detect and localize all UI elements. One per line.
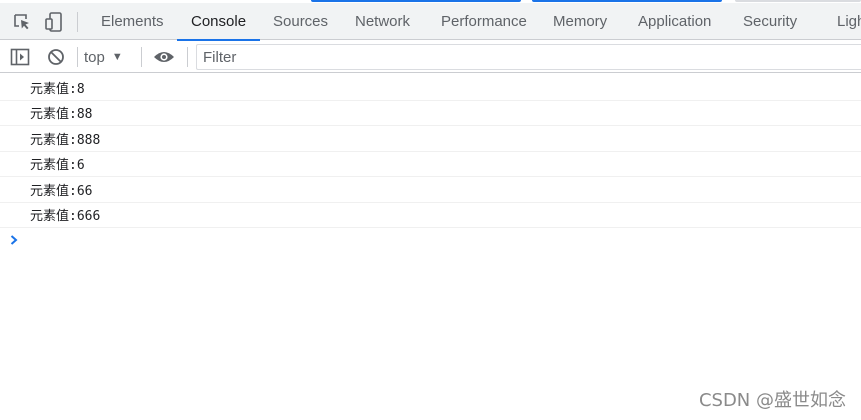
tab-security[interactable]: Security — [729, 3, 811, 40]
tab-lighthouse[interactable]: Ligh — [823, 3, 861, 40]
tab-label: Ligh — [837, 13, 861, 30]
console-output: 元素值:8 元素值:88 元素值:888 元素值:6 元素值:66 元素值:66… — [0, 75, 861, 252]
tab-label: Network — [355, 13, 411, 30]
console-log-line: 元素值:88 — [0, 101, 861, 126]
triangle-down-icon: ▼ — [111, 51, 123, 63]
tab-label: Elements — [101, 13, 164, 30]
console-toolbar: top ▼ — [0, 41, 861, 73]
context-selector[interactable]: top ▼ — [84, 41, 123, 73]
top-strip-segment — [311, 0, 521, 2]
show-sidebar-icon[interactable] — [8, 41, 32, 73]
tab-performance[interactable]: Performance — [427, 3, 541, 40]
inspect-element-icon[interactable] — [10, 3, 34, 40]
console-log-line: 元素值:8 — [0, 75, 861, 101]
tabbar-divider — [77, 12, 78, 32]
tab-application[interactable]: Application — [624, 3, 725, 40]
tab-network[interactable]: Network — [341, 3, 424, 40]
console-prompt[interactable] — [0, 228, 861, 252]
tab-label: Application — [638, 13, 712, 30]
tab-label: Sources — [273, 13, 329, 30]
watermark: CSDN @盛世如念 — [698, 390, 846, 411]
tab-elements[interactable]: Elements — [87, 3, 178, 40]
context-label: top — [84, 48, 105, 66]
tab-sources[interactable]: Sources — [259, 3, 342, 40]
tab-label: Security — [743, 13, 798, 30]
devtools-tabbar: Elements Console Sources Network Perform… — [0, 3, 861, 41]
console-log-line: 元素值:66 — [0, 177, 861, 203]
top-strip-segment — [532, 0, 722, 2]
chevron-right-icon — [10, 235, 18, 245]
device-toolbar-icon[interactable] — [42, 3, 66, 40]
tab-console[interactable]: Console — [177, 3, 261, 41]
console-log-line: 元素值:666 — [0, 203, 861, 228]
tab-label: Performance — [441, 13, 527, 30]
top-strip-segment — [735, 0, 861, 2]
console-log-line: 元素值:6 — [0, 152, 861, 177]
toolbar-divider — [141, 47, 142, 67]
tab-memory[interactable]: Memory — [539, 3, 621, 40]
toolbar-divider — [77, 47, 78, 67]
filter-input[interactable] — [196, 44, 861, 70]
toolbar-divider — [187, 47, 188, 67]
console-log-line: 元素值:888 — [0, 126, 861, 152]
tab-label: Memory — [553, 13, 608, 30]
eye-icon[interactable] — [151, 41, 177, 73]
clear-console-icon[interactable] — [44, 41, 68, 73]
tab-label: Console — [191, 13, 247, 30]
